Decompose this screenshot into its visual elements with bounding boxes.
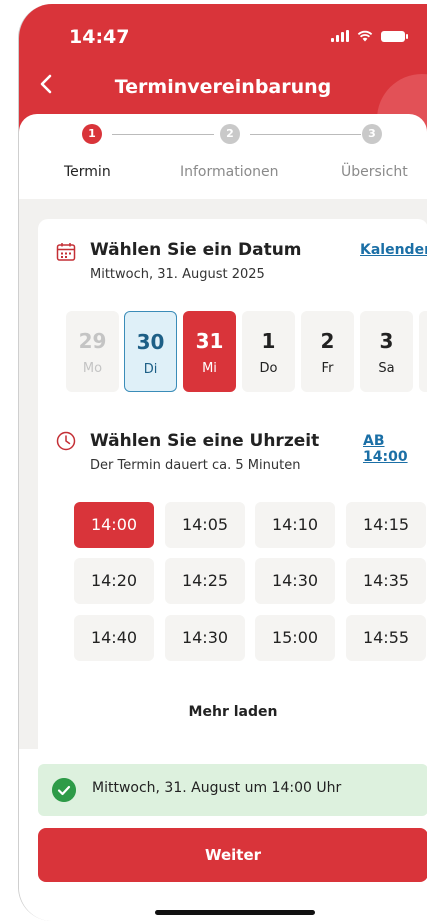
progress-stepper: 1 2 3 Termin Informationen Übersicht [19, 122, 427, 192]
time-slot[interactable]: 14:05 [165, 502, 245, 548]
duration-text: Der Termin dauert ca. 5 Minuten [90, 458, 301, 473]
day-item-2[interactable]: 2 Fr [301, 311, 354, 392]
step-2-indicator: 2 [220, 124, 240, 144]
date-section-title: Wählen Sie ein Datum [90, 240, 302, 260]
day-item-1[interactable]: 1 Do [242, 311, 295, 392]
summary-text: Mittwoch, 31. August um 14:00 Uhr [92, 780, 342, 796]
signal-icon [331, 30, 349, 42]
selected-date-text: Mittwoch, 31. August 2025 [90, 267, 265, 282]
step-3-indicator: 3 [362, 124, 382, 144]
day-item-3[interactable]: 3 Sa [360, 311, 413, 392]
step-connector [250, 134, 361, 135]
header-background [19, 4, 427, 164]
time-slot[interactable]: 14:15 [346, 502, 426, 548]
time-slot[interactable]: 15:00 [255, 615, 335, 661]
phone-screen: 14:47 Terminvereinbarung 1 2 3 Termin In… [18, 4, 427, 921]
check-circle-icon [52, 778, 76, 802]
day-item-31[interactable]: 31 Mi [183, 311, 236, 392]
wifi-icon [357, 30, 373, 42]
time-slot[interactable]: 14:30 [165, 615, 245, 661]
time-slot[interactable]: 14:35 [346, 558, 426, 604]
page-title: Terminvereinbarung [114, 76, 332, 98]
day-item-29[interactable]: 29 Mo [66, 311, 119, 392]
time-slot[interactable]: 14:00 [74, 502, 154, 548]
battery-icon [381, 30, 408, 42]
time-slot[interactable]: 14:55 [346, 615, 426, 661]
status-time: 14:47 [69, 26, 130, 48]
calendar-icon [56, 243, 76, 261]
time-slot[interactable]: 14:40 [74, 615, 154, 661]
appointment-card: Wählen Sie ein Datum Mittwoch, 31. Augus… [38, 219, 427, 759]
step-3-label: Übersicht [341, 164, 408, 180]
step-1-indicator: 1 [82, 124, 102, 144]
time-slot[interactable]: 14:20 [74, 558, 154, 604]
selection-summary: Mittwoch, 31. August um 14:00 Uhr [38, 764, 427, 816]
clock-icon [56, 431, 76, 451]
home-indicator [155, 910, 315, 915]
status-icons [331, 30, 408, 42]
step-2-label: Informationen [180, 164, 279, 180]
step-connector [112, 134, 214, 135]
day-item-4[interactable]: 4 So [419, 311, 427, 392]
earliest-time-link[interactable]: AB 14:00 [363, 433, 427, 465]
time-section-title: Wählen Sie eine Uhrzeit [90, 431, 320, 451]
day-item-30[interactable]: 30 Di [124, 311, 177, 392]
bottom-bar: Mittwoch, 31. August um 14:00 Uhr Weiter [19, 749, 427, 921]
step-1-label: Termin [64, 164, 111, 180]
time-slot[interactable]: 14:25 [165, 558, 245, 604]
time-slot[interactable]: 14:30 [255, 558, 335, 604]
time-slot[interactable]: 14:10 [255, 502, 335, 548]
continue-button[interactable]: Weiter [38, 828, 427, 882]
load-more-button[interactable]: Mehr laden [38, 704, 427, 720]
calendar-link[interactable]: Kalender [360, 242, 427, 258]
